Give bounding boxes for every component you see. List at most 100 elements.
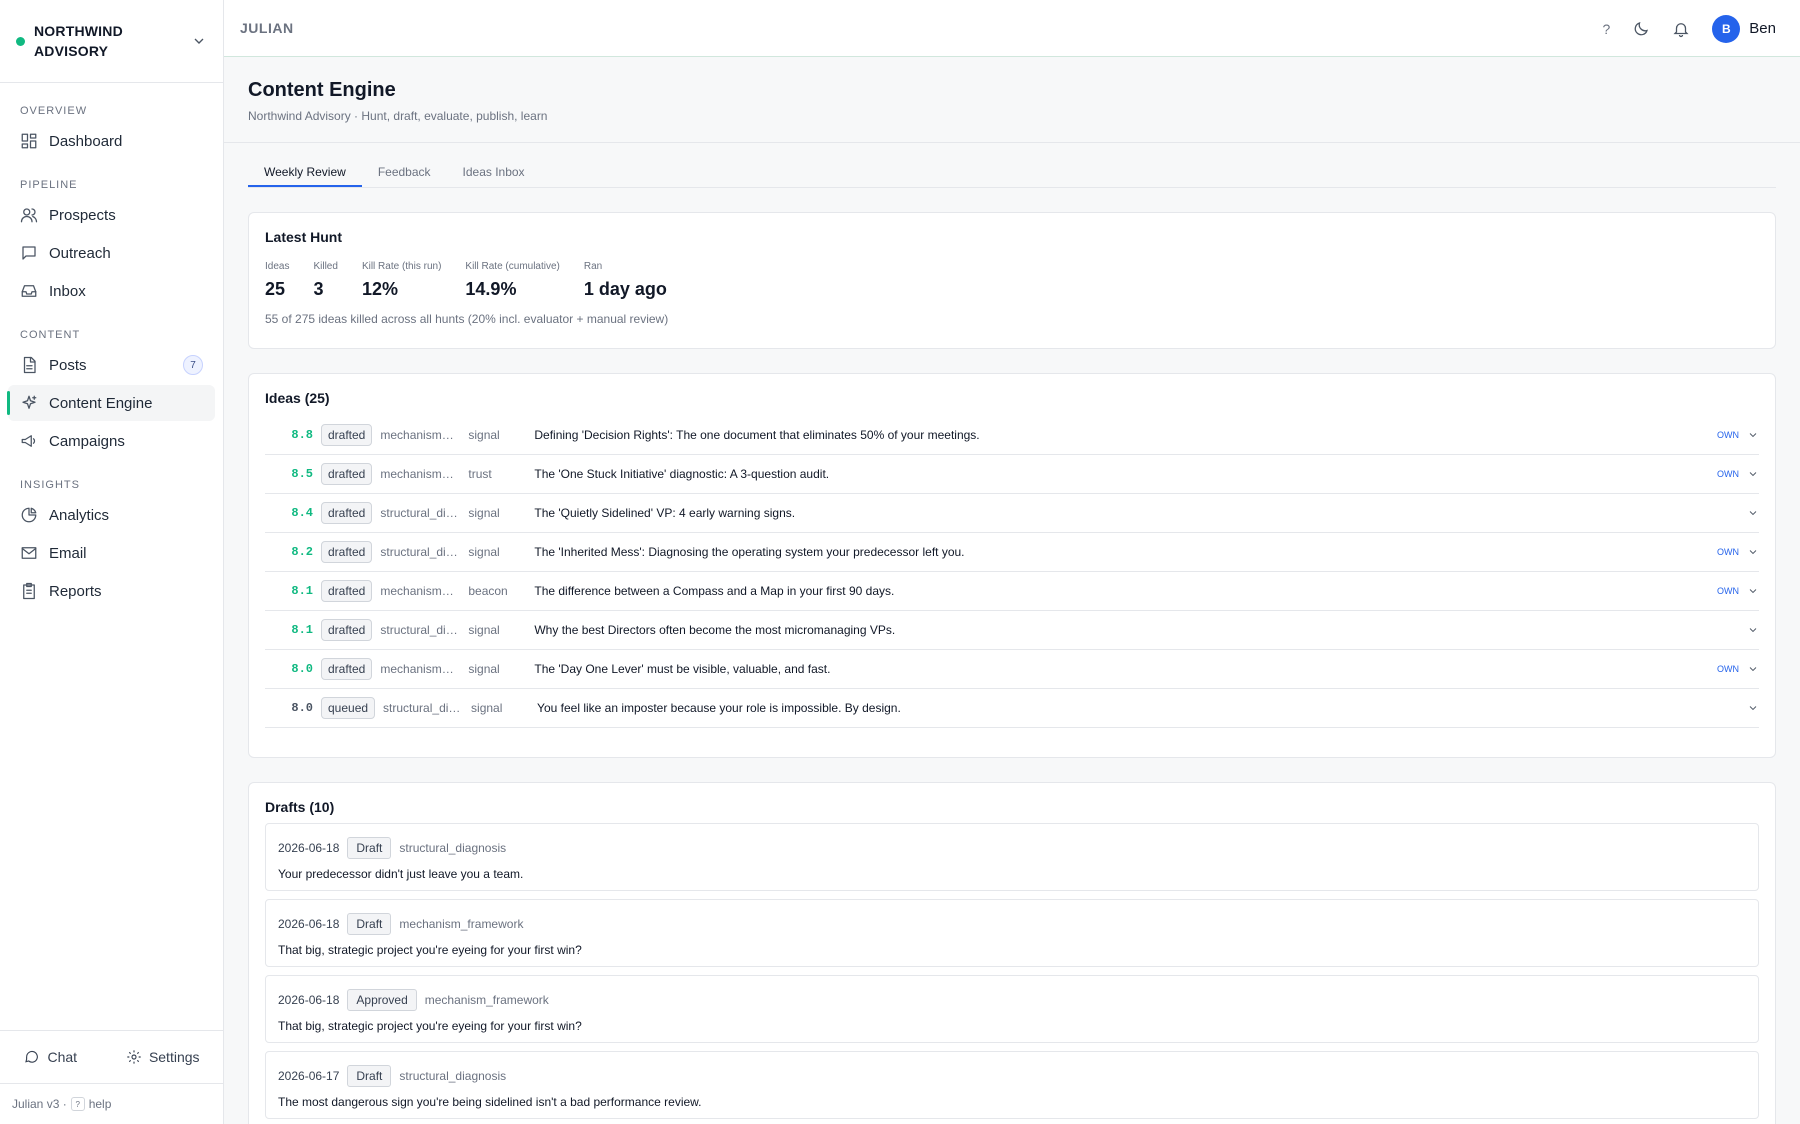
hunt-note: 55 of 275 ideas killed across all hunts … bbox=[265, 312, 669, 326]
idea-row[interactable]: 8.0 drafted mechanism… signal The 'Day O… bbox=[265, 650, 1759, 689]
idea-row[interactable]: 8.4 drafted structural_di… signal The 'Q… bbox=[265, 494, 1759, 533]
stat-label: Kill Rate (this run) bbox=[361, 261, 442, 272]
chevron-down-icon[interactable] bbox=[1747, 585, 1759, 597]
clipboard-icon bbox=[23, 582, 35, 600]
idea-score: 8.0 bbox=[291, 701, 313, 715]
status-badge: Draft bbox=[347, 837, 392, 859]
status-badge: drafted bbox=[321, 580, 373, 602]
idea-row[interactable]: 8.8 drafted mechanism… signal Defining '… bbox=[265, 416, 1759, 455]
type-label: signal bbox=[471, 701, 503, 715]
chevron-down-icon[interactable] bbox=[1747, 429, 1759, 441]
settings-button[interactable]: Settings bbox=[126, 1049, 200, 1065]
idea-row[interactable]: 8.2 drafted structural_di… signal The 'I… bbox=[265, 533, 1759, 572]
pattern-label: mechanism… bbox=[380, 662, 454, 676]
stat: Ideas 25 bbox=[265, 261, 289, 300]
version-info: Julian v3 ·? help bbox=[0, 1084, 224, 1124]
sidebar-item-dashboard[interactable]: Dashboard bbox=[8, 123, 215, 159]
avatar: B bbox=[1712, 14, 1741, 43]
ideas-list: 8.8 drafted mechanism… signal Defining '… bbox=[265, 416, 1759, 728]
chevron-down-icon[interactable] bbox=[1747, 624, 1759, 636]
sidebar-item-analytics[interactable]: Analytics bbox=[8, 497, 215, 533]
moon-icon[interactable] bbox=[1632, 20, 1650, 38]
sidebar-item-label: Reports bbox=[49, 582, 102, 600]
chevron-down-icon[interactable] bbox=[1747, 468, 1759, 480]
idea-title: The 'Day One Lever' must be visible, val… bbox=[534, 662, 831, 676]
pattern-label: mechanism… bbox=[380, 584, 454, 598]
chat-label: Chat bbox=[47, 1049, 78, 1065]
sidebar-item-email[interactable]: Email bbox=[8, 535, 215, 571]
idea-row[interactable]: 8.0 queued structural_di… signal You fee… bbox=[265, 689, 1759, 728]
chevron-down-icon[interactable] bbox=[1747, 702, 1759, 714]
sidebar-item-campaigns[interactable]: Campaigns bbox=[8, 423, 215, 459]
idea-row[interactable]: 8.1 drafted mechanism… beacon The differ… bbox=[265, 572, 1759, 611]
draft-text: That big, strategic project you're eyein… bbox=[278, 1019, 582, 1033]
inbox-icon bbox=[21, 285, 37, 297]
org-switcher[interactable]: NORTHWIND ADVISORY bbox=[0, 0, 223, 83]
sidebar-item-label: Campaigns bbox=[49, 432, 125, 450]
idea-title: The 'Inherited Mess': Diagnosing the ope… bbox=[534, 545, 965, 559]
help-button[interactable]: ? bbox=[1603, 21, 1611, 37]
draft-date: 2026-06-18 bbox=[278, 993, 340, 1007]
type-label: signal bbox=[468, 428, 500, 442]
stat-label: Kill Rate (cumulative) bbox=[465, 261, 560, 272]
chat-icon bbox=[25, 1050, 39, 1063]
idea-score: 8.4 bbox=[291, 506, 313, 520]
chevron-down-icon[interactable] bbox=[1747, 546, 1759, 558]
mail-icon bbox=[21, 547, 37, 559]
sidebar-item-reports[interactable]: Reports bbox=[8, 573, 215, 609]
help-label[interactable]: help bbox=[89, 1097, 112, 1111]
draft-item[interactable]: 2026-06-18 Draft structural_diagnosis Your … bbox=[265, 823, 1759, 891]
sidebar-item-prospects[interactable]: Prospects bbox=[8, 197, 215, 233]
stat: Kill Rate (this run) 12% bbox=[362, 261, 441, 300]
app-brand: JULIAN bbox=[240, 20, 294, 36]
tab-weekly-review[interactable]: Weekly Review bbox=[248, 157, 362, 187]
status-badge: Draft bbox=[347, 913, 392, 935]
type-label: signal bbox=[468, 545, 500, 559]
idea-row[interactable]: 8.5 drafted mechanism… trust The 'One St… bbox=[265, 455, 1759, 494]
idea-score: 8.1 bbox=[291, 584, 313, 598]
draft-item[interactable]: 2026-06-17 Draft structural_diagnosis The m… bbox=[265, 1051, 1759, 1119]
page-subtitle: Northwind Advisory · Hunt, draft, evalua… bbox=[248, 109, 548, 123]
tab-bar: Weekly Review Feedback Ideas Inbox bbox=[248, 157, 1776, 188]
sidebar: NORTHWIND ADVISORY OVERVIEW Dashboard PI… bbox=[0, 0, 224, 1124]
idea-title: Why the best Directors often become the … bbox=[534, 623, 896, 637]
draft-kind: mechanism_framework bbox=[424, 993, 549, 1007]
tab-ideas-inbox[interactable]: Ideas Inbox bbox=[447, 157, 541, 187]
draft-text: That big, strategic project you're eyein… bbox=[278, 943, 582, 957]
draft-item[interactable]: 2026-06-18 Draft mechanism_framework That b… bbox=[265, 899, 1759, 967]
stat: Kill Rate (cumulative) 14.9% bbox=[465, 261, 559, 300]
status-badge: drafted bbox=[321, 463, 373, 485]
sidebar-item-content-engine[interactable]: Content Engine bbox=[7, 385, 215, 421]
own-label: OWN bbox=[1717, 586, 1739, 596]
draft-date: 2026-06-18 bbox=[278, 841, 340, 855]
chevron-down-icon[interactable] bbox=[1747, 663, 1759, 675]
stat-label: Killed bbox=[313, 261, 338, 272]
tab-feedback[interactable]: Feedback bbox=[362, 157, 447, 187]
stat: Ran 1 day ago bbox=[584, 261, 667, 300]
status-badge: drafted bbox=[321, 541, 373, 563]
topbar: JULIAN ? B Ben bbox=[224, 0, 1800, 57]
stat: Killed 3 bbox=[313, 261, 337, 300]
sidebar-item-posts[interactable]: Posts 7 bbox=[8, 347, 215, 383]
sidebar-item-outreach[interactable]: Outreach bbox=[8, 235, 215, 271]
drafts-list: 2026-06-18 Draft structural_diagnosis Your … bbox=[265, 823, 1759, 1119]
document-icon bbox=[23, 356, 36, 374]
chat-button[interactable]: Chat bbox=[24, 1049, 77, 1065]
user-menu[interactable]: B Ben bbox=[1712, 14, 1776, 43]
idea-row[interactable]: 8.1 drafted structural_di… signal Why th… bbox=[265, 611, 1759, 650]
status-badge: drafted bbox=[321, 502, 373, 524]
idea-title: Defining 'Decision Rights': The one docu… bbox=[534, 428, 980, 442]
sidebar-item-label: Email bbox=[49, 544, 87, 562]
bell-icon[interactable] bbox=[1672, 20, 1690, 38]
help-keycap: ? bbox=[70, 1097, 85, 1111]
idea-score: 8.0 bbox=[291, 662, 313, 676]
stat-value: 14.9% bbox=[465, 279, 517, 299]
section-title: Ideas (25) bbox=[265, 390, 330, 406]
own-label: OWN bbox=[1717, 547, 1739, 557]
sidebar-item-label: Prospects bbox=[49, 206, 116, 224]
sidebar-item-inbox[interactable]: Inbox bbox=[8, 273, 215, 309]
draft-item[interactable]: 2026-06-18 Approved mechanism_framework Tha… bbox=[265, 975, 1759, 1043]
chevron-down-icon[interactable] bbox=[1747, 507, 1759, 519]
drafts-card: Drafts (10) 2026-06-18 Draft structural_di… bbox=[248, 782, 1776, 1124]
section-title: Latest Hunt bbox=[265, 229, 342, 245]
